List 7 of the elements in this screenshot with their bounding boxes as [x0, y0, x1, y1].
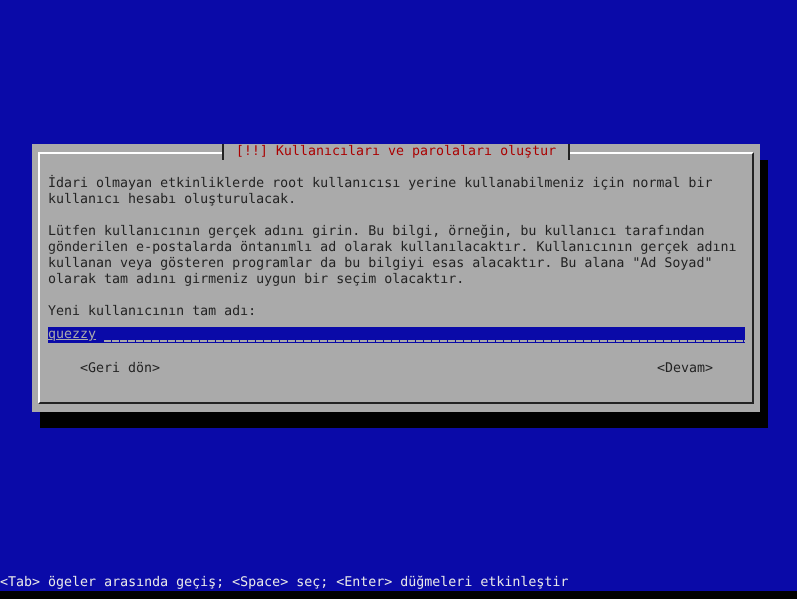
back-button[interactable]: <Geri dön>	[80, 361, 160, 377]
instruction-text: Lütfen kullanıcının gerçek adını girin. Bu bilgi, örneğin, bu kullanıcı tarafından gönderilen e-postalarda öntanımlı ad olarak kullanılacaktır. Kullanıcının gerçek adını kullanan veya gösteren programlar da bu bilgiyi esas alacaktır. Bu alana "Ad Soyad" olarak tam adını girmeniz uygun bir seçim olacaktır.	[48, 224, 738, 288]
dialog-title: [!!] Kullanıcıları ve parolaları oluştur	[222, 144, 570, 160]
full-name-field[interactable]: quezzy	[48, 327, 745, 343]
instruction-text: İdari olmayan etkinliklerde root kullanıcısı yerine kullanabilmeniz için normal bir kullanıcı hesabı oluşturulacak.	[48, 176, 714, 208]
field-label: Yeni kullanıcının tam adı:	[48, 304, 258, 320]
continue-button[interactable]: <Devam>	[656, 361, 713, 377]
